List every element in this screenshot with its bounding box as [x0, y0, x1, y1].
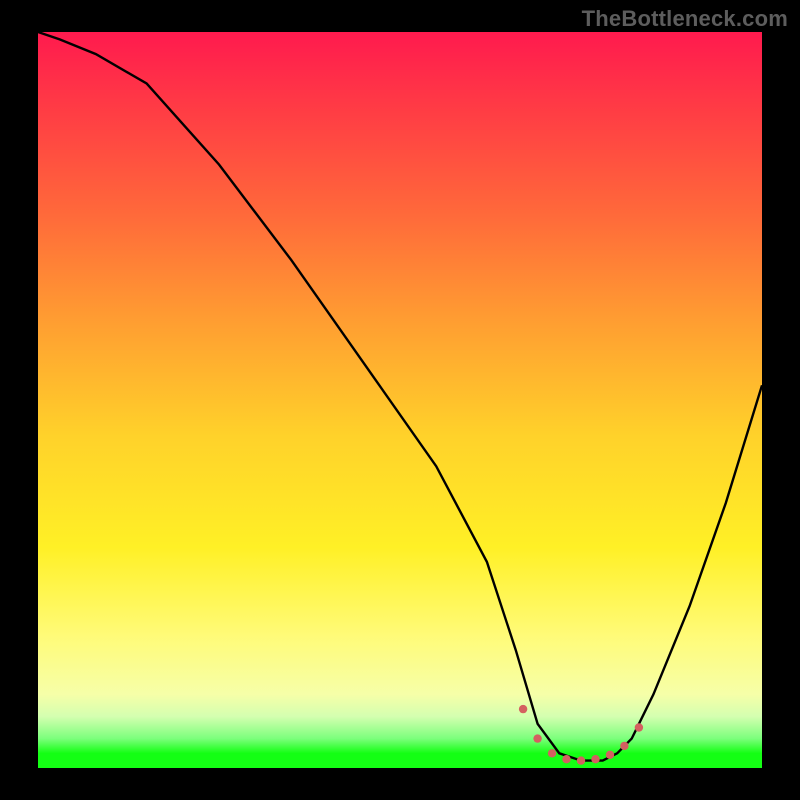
- curve-svg: [38, 32, 762, 768]
- marker-dot: [519, 705, 527, 713]
- marker-dot: [562, 755, 570, 763]
- chart-frame: TheBottleneck.com: [0, 0, 800, 800]
- marker-dot: [548, 749, 556, 757]
- marker-dot: [591, 755, 599, 763]
- watermark-text: TheBottleneck.com: [582, 6, 788, 32]
- bottleneck-curve: [38, 32, 762, 761]
- marker-dot: [635, 723, 643, 731]
- marker-dot: [533, 734, 541, 742]
- marker-dot: [577, 756, 585, 764]
- bottleneck-markers: [519, 705, 643, 765]
- plot-area: [38, 32, 762, 768]
- marker-dot: [620, 742, 628, 750]
- marker-dot: [606, 751, 614, 759]
